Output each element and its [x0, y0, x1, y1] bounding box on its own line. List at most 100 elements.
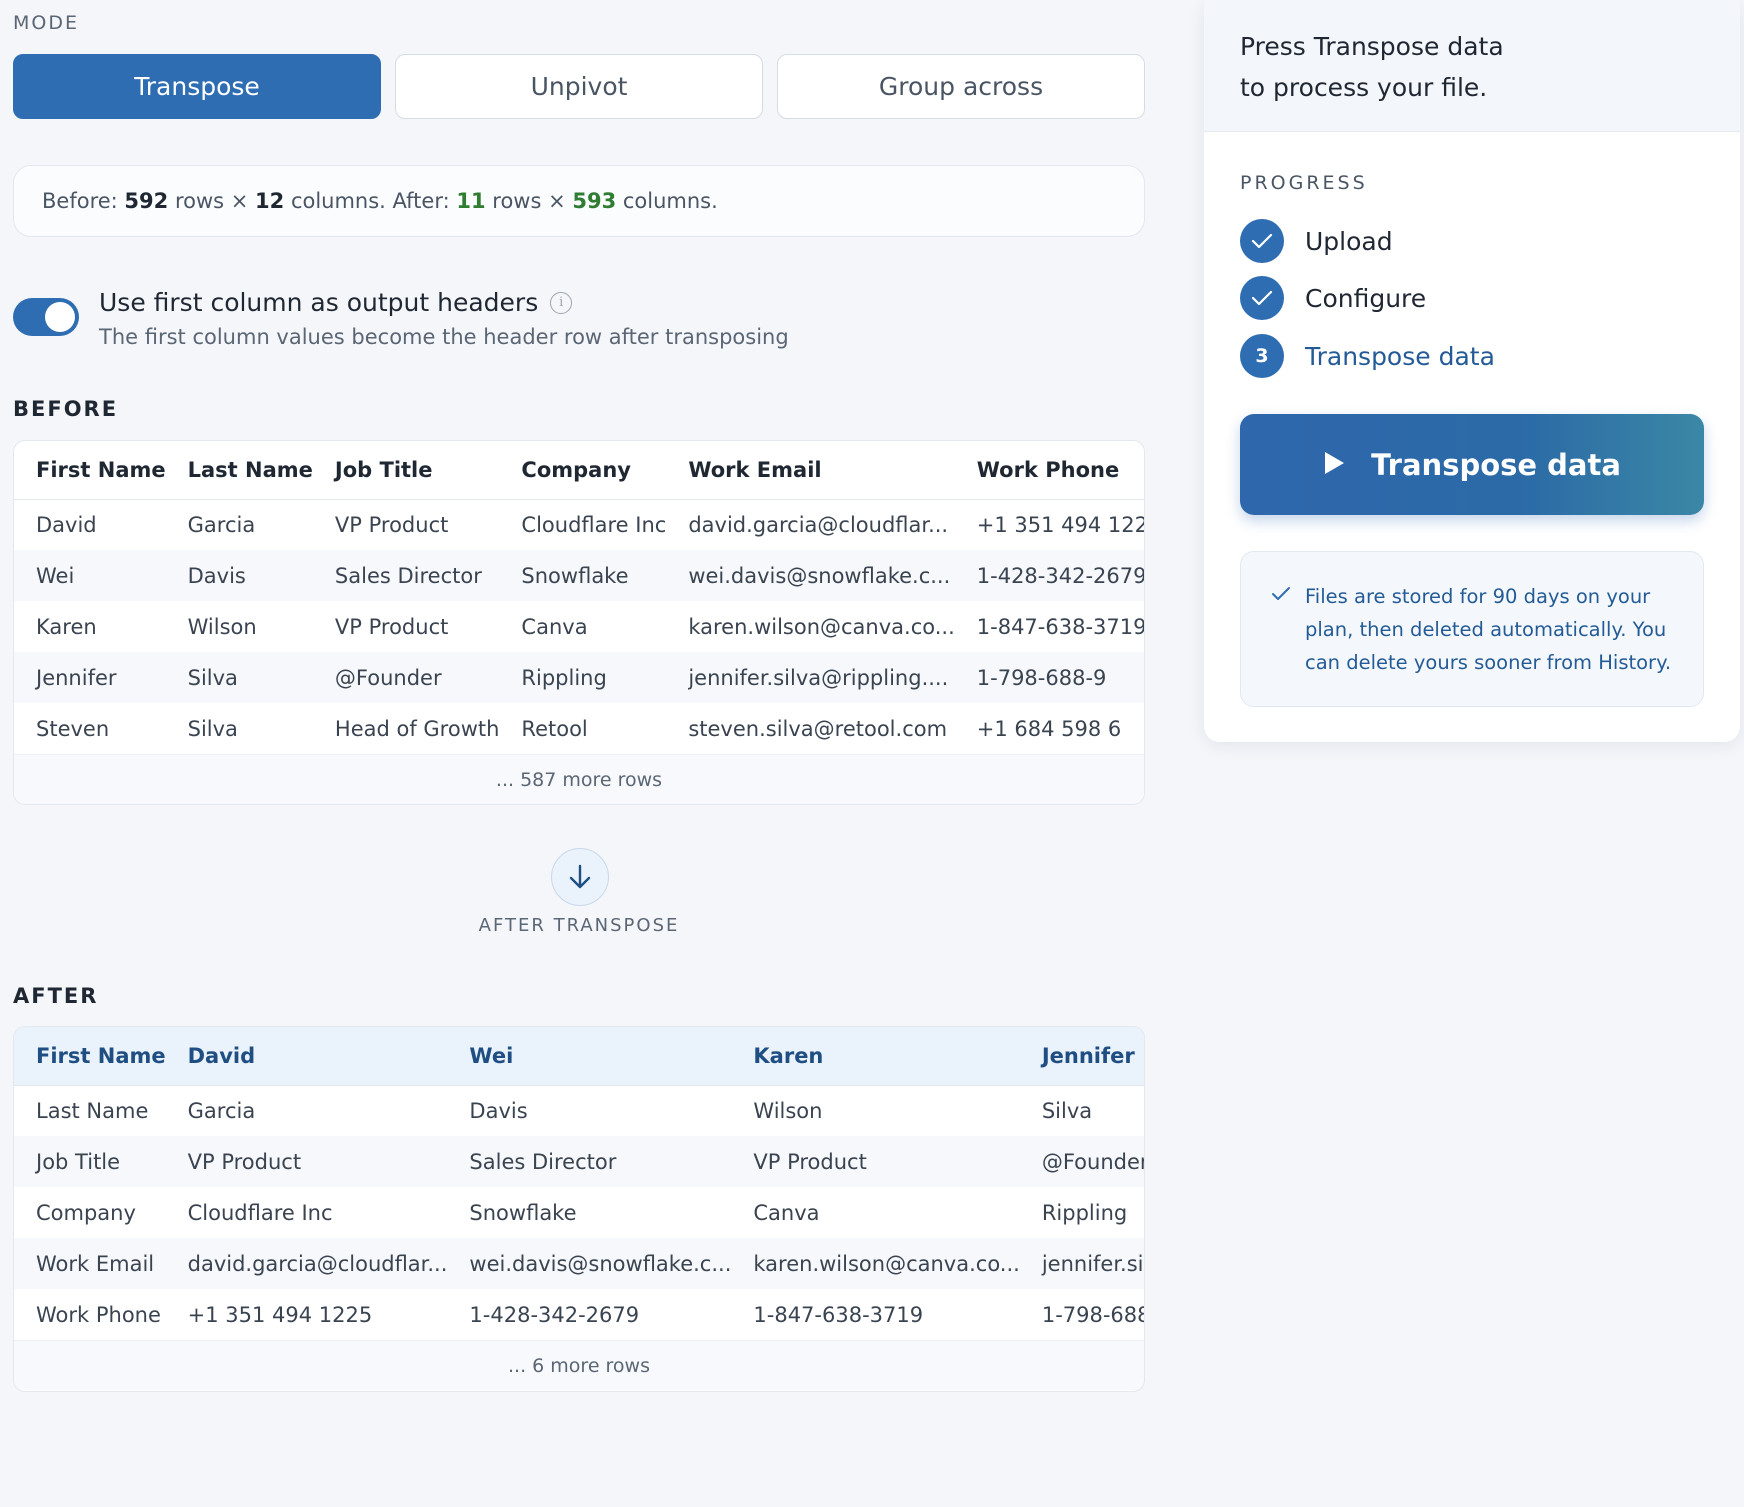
run-button-label: Transpose data [1371, 447, 1621, 482]
table-cell: Davis [165, 550, 313, 601]
arrow-down-icon [551, 848, 609, 906]
table-row: Work Email david.garcia@cloudflar... wei… [14, 1238, 1144, 1289]
play-icon [1323, 451, 1345, 479]
table-cell: Sales Director [312, 550, 500, 601]
first-column-headers-toggle[interactable] [13, 298, 79, 336]
table-cell: Head of Growth [334, 716, 500, 741]
before-header-cell[interactable]: Work Phone [954, 441, 1144, 500]
table-cell: VP Product [334, 614, 449, 639]
table-cell: Wei [14, 550, 166, 601]
instruction-box: Press Transpose data to process your fil… [1204, 0, 1740, 132]
table-cell: karen.wilson@canva.co... [688, 614, 955, 639]
table-cell: steven.silva@retool.com [688, 716, 948, 741]
table-row: Work Phone +1 351 494 1225 1-428-342-267… [14, 1289, 1145, 1340]
after-header-cell[interactable]: David [165, 1027, 448, 1086]
table-cell: Work Phone [36, 1302, 161, 1327]
before-header-cell[interactable]: Job Title [312, 441, 500, 500]
summary-rows-word-2: rows × [485, 189, 573, 213]
after-table-grid: First Name David Wei Karen Jennifer Last… [14, 1027, 1145, 1340]
mode-group-across-button[interactable]: Group across [777, 54, 1145, 119]
before-header-cell[interactable]: Last Name [165, 441, 313, 500]
after-label: AFTER [13, 984, 99, 1008]
table-row: Jennifer Silva @Founder Rippling jennife… [14, 652, 1144, 703]
table-cell: Jennifer [14, 652, 166, 703]
table-cell: VP Product [165, 1136, 448, 1187]
before-header-row: First Name Last Name Job Title Company W… [14, 441, 1144, 500]
table-row: Wei Davis Sales Director Snowflake wei.d… [14, 550, 1144, 601]
table-cell: Canva [521, 614, 588, 639]
table-cell: VP Product [334, 512, 449, 537]
step-name: Configure [1305, 283, 1427, 313]
progress-label: PROGRESS [1240, 172, 1368, 194]
table-cell: 1-428-342-2679 [469, 1302, 640, 1327]
table-cell: +1 684 598 6 [976, 716, 1122, 741]
table-cell: wei.davis@snowflake.c... [447, 1238, 732, 1289]
table-cell: jennifer.silva@rippling.... [666, 652, 955, 703]
table-cell: 1-798-688-9 [954, 652, 1144, 703]
after-more-rows: ... 6 more rows [14, 1340, 1144, 1390]
summary-cols-word: columns. [616, 189, 718, 213]
summary-after-cols: 593 [572, 189, 617, 213]
table-cell: Wilson [187, 614, 257, 639]
table-cell: David [36, 512, 97, 537]
mode-unpivot-button[interactable]: Unpivot [395, 54, 763, 119]
table-cell: Silva [1041, 1098, 1093, 1123]
table-cell: 1-847-638-3719 [753, 1302, 924, 1327]
check-icon [1271, 586, 1291, 706]
table-cell: Karen [36, 614, 97, 639]
info-icon[interactable]: i [550, 291, 573, 314]
step-number: 3 [1240, 334, 1284, 378]
table-cell: Garcia [187, 512, 256, 537]
table-cell: Rippling [499, 652, 667, 703]
table-cell: Cloudflare Inc [521, 512, 667, 537]
table-cell: Cloudflare Inc [187, 1200, 333, 1225]
table-cell: Canva [753, 1200, 820, 1225]
table-cell: Snowflake [469, 1200, 577, 1225]
mode-label: MODE [13, 12, 79, 34]
mode-transpose-button[interactable]: Transpose [13, 54, 381, 119]
table-cell: karen.wilson@canva.co... [731, 1238, 1020, 1289]
table-cell: Steven [36, 716, 110, 741]
step-transpose: 3 Transpose data [1240, 334, 1495, 378]
after-header-cell[interactable]: Karen [731, 1027, 1020, 1086]
mode-selector: Transpose Unpivot Group across [13, 54, 1145, 119]
table-cell: Silva [165, 652, 313, 703]
after-header-row: First Name David Wei Karen Jennifer [14, 1027, 1144, 1086]
table-cell: 1-428-342-2679 [954, 550, 1144, 601]
table-cell: +1 351 494 1225 [976, 512, 1145, 537]
after-header-cell[interactable]: Jennifer [1019, 1027, 1144, 1086]
summary-before-rows: 592 [124, 189, 169, 213]
table-cell: @Founder [312, 652, 500, 703]
table-row: David Garcia VP Product Cloudflare Inc d… [14, 499, 1145, 550]
before-header-cell[interactable]: Company [499, 441, 667, 500]
summary-after-rows: 11 [456, 189, 486, 213]
after-table: First Name David Wei Karen Jennifer Last… [13, 1026, 1145, 1392]
step-upload: Upload [1240, 219, 1393, 263]
summary-before-cols: 12 [255, 189, 285, 213]
summary-before-prefix: Before: [42, 189, 125, 213]
table-cell: 1-798-688 [1041, 1302, 1145, 1327]
table-cell: david.garcia@cloudflar... [688, 512, 949, 537]
header-toggle-row: Use first column as output headers i The… [13, 288, 789, 349]
table-row: Last Name Garcia Davis Wilson Silva [14, 1085, 1144, 1136]
after-header-cell[interactable]: First Name [14, 1027, 166, 1086]
check-icon [1240, 276, 1284, 320]
table-cell: david.garcia@cloudflar... [165, 1238, 448, 1289]
step-name: Transpose data [1305, 341, 1495, 371]
table-row: Karen Wilson VP Product Canva karen.wils… [14, 601, 1144, 652]
instruction-line-2: to process your file. [1240, 73, 1488, 102]
before-table: First Name Last Name Job Title Company W… [13, 440, 1145, 805]
transpose-data-button[interactable]: Transpose data [1240, 414, 1704, 515]
toggle-title-row: Use first column as output headers i [99, 288, 789, 317]
shape-summary: Before: 592 rows × 12 columns. After: 11… [13, 165, 1145, 237]
table-cell: Davis [469, 1098, 528, 1123]
table-cell: Retool [521, 716, 588, 741]
table-cell: Silva [187, 716, 238, 741]
before-header-cell[interactable]: Work Email [666, 441, 955, 500]
after-transpose-label: AFTER TRANSPOSE [478, 915, 680, 936]
storage-note-text: Files are stored for 90 days on your pla… [1305, 585, 1672, 674]
after-header-cell[interactable]: Wei [447, 1027, 732, 1086]
before-header-cell[interactable]: First Name [14, 441, 166, 500]
table-cell: Last Name [36, 1098, 149, 1123]
instruction-line-1: Press Transpose data [1240, 32, 1504, 61]
